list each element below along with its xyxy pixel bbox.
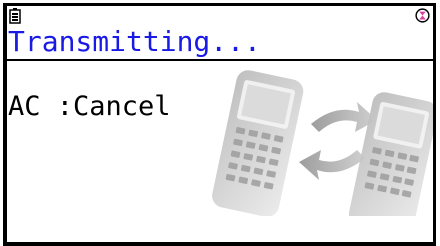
- dialog-title: Transmitting...: [7, 25, 433, 61]
- cancel-instruction: AC :Cancel: [8, 91, 171, 122]
- busy-indicator-icon: [415, 8, 430, 23]
- status-bar: [7, 6, 433, 26]
- battery-icon: [9, 8, 21, 24]
- calculator-transfer-icon: [212, 70, 433, 216]
- calculator-screen: Transmitting... AC:Cancel: [3, 3, 436, 246]
- transmitting-label: Transmitting...: [8, 25, 261, 58]
